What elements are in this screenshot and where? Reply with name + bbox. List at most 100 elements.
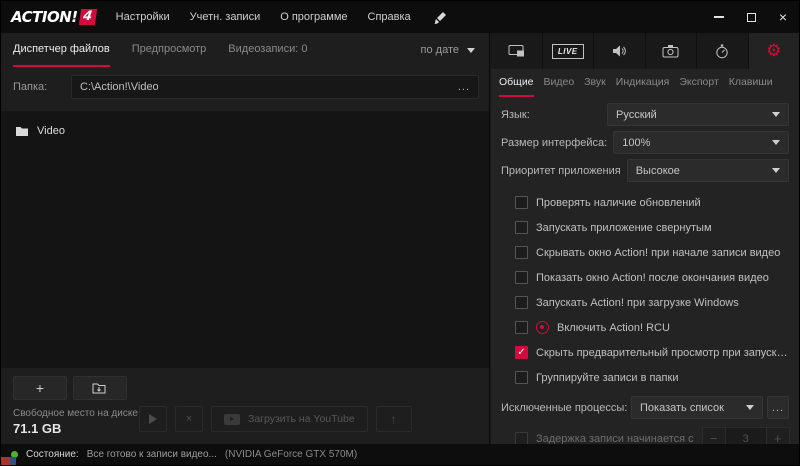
tab-hotkeys[interactable]: Клавиши (729, 69, 773, 97)
app-logo: ACTION! 4 (11, 8, 97, 26)
maximize-button[interactable] (735, 1, 767, 33)
file-list: Video (1, 111, 489, 368)
checkbox[interactable] (515, 346, 528, 359)
chevron-down-icon (772, 168, 780, 173)
minimize-button[interactable] (703, 1, 735, 33)
sort-label: по дате (420, 44, 459, 56)
tab-file-manager[interactable]: Диспетчер файлов (13, 33, 110, 67)
statusbar: Состояние: Все готово к записи видео... … (1, 444, 799, 465)
tab-general[interactable]: Общие (499, 69, 534, 97)
settings-tabs: Общие Видео Звук Индикация Экспорт Клави… (491, 69, 799, 97)
import-folder-icon (92, 382, 108, 395)
record-delay-label: Задержка записи начинается с (536, 432, 694, 445)
tab-hud[interactable]: Индикация (616, 69, 670, 97)
folder-row: Папка: C:\Action!\Video ... (13, 75, 479, 99)
menubar: Настройки Учетн. записи О программе Спра… (116, 11, 411, 23)
setting-row-language: Язык: Русский (501, 103, 789, 126)
live-icon: LIVE (551, 43, 584, 59)
checkbox[interactable] (515, 296, 528, 309)
play-icon (149, 414, 157, 424)
titlebar: ACTION! 4 Настройки Учетн. записи О прог… (1, 1, 799, 33)
settings-panel: LIVE ⚙ Общие Видео Звук Индикация Экспор… (491, 33, 799, 450)
checkbox[interactable] (515, 321, 528, 334)
rcu-icon (536, 321, 549, 334)
menu-accounts[interactable]: Учетн. записи (190, 11, 261, 23)
checkbox-row-hide-preview[interactable]: Скрыть предварительный просмотр при запу… (501, 340, 789, 365)
tab-screen-recording[interactable] (491, 33, 543, 69)
stopwatch-icon (715, 44, 729, 59)
chevron-down-icon (746, 405, 754, 410)
list-item-label: Video (37, 125, 65, 137)
logo-version-badge: 4 (78, 9, 97, 25)
tab-audio-recording[interactable] (594, 33, 646, 69)
checkbox-row-run-on-startup[interactable]: Запускать Action! при загрузке Windows (501, 290, 789, 315)
add-folder-button[interactable]: + (13, 376, 67, 400)
checkbox-list: Проверять наличие обновлений Запускать п… (501, 190, 789, 390)
checkbox[interactable] (515, 196, 528, 209)
priority-dropdown[interactable]: Высокое (626, 159, 789, 182)
list-item-video-folder[interactable]: Video (1, 111, 489, 151)
window-controls: × (703, 1, 799, 33)
sort-dropdown[interactable]: по дате (421, 33, 475, 67)
artifact-blue (10, 457, 16, 465)
tab-screenshots[interactable] (646, 33, 697, 69)
excluded-processes-browse-button[interactable]: ... (767, 396, 789, 419)
excluded-processes-label: Исключенные процессы: (501, 401, 628, 414)
camera-icon (662, 44, 679, 58)
tab-preview[interactable]: Предпросмотр (132, 33, 207, 67)
play-button[interactable] (139, 406, 167, 432)
ui-scale-dropdown[interactable]: 100% (613, 131, 789, 154)
tab-video[interactable]: Видео (544, 69, 575, 97)
checkbox-row-check-updates[interactable]: Проверять наличие обновлений (501, 190, 789, 215)
menu-settings[interactable]: Настройки (116, 11, 170, 23)
ui-scale-label: Размер интерфейса: (501, 136, 608, 149)
close-icon: × (778, 9, 788, 25)
checkbox-label: Запускать Action! при загрузке Windows (536, 296, 739, 309)
status-label: Состояние: (26, 449, 79, 460)
mode-tabs: LIVE ⚙ (491, 33, 799, 69)
folder-path-input[interactable]: C:\Action!\Video ... (71, 75, 479, 99)
checkbox[interactable] (515, 221, 528, 234)
excluded-processes-dropdown[interactable]: Показать список (631, 396, 763, 419)
upload-youtube-button[interactable]: Загрузить на YouTube (211, 406, 368, 432)
close-button[interactable]: × (767, 1, 799, 33)
status-gpu: (NVIDIA GeForce GTX 570M) (224, 449, 358, 460)
menu-help[interactable]: Справка (368, 11, 411, 23)
checkbox-row-hide-on-record[interactable]: Скрывать окно Action! при начале записи … (501, 240, 789, 265)
tab-live-streaming[interactable]: LIVE (543, 33, 594, 69)
file-manager-tabs: Диспетчер файлов Предпросмотр Видеозапис… (1, 33, 489, 67)
checkbox-row-enable-rcu[interactable]: Включить Action! RCU (501, 315, 789, 340)
checkbox[interactable] (515, 271, 528, 284)
maximize-icon (746, 12, 756, 22)
upload-youtube-label: Загрузить на YouTube (248, 413, 355, 425)
tab-settings[interactable]: ⚙ (748, 33, 799, 69)
checkbox[interactable] (515, 371, 528, 384)
export-button[interactable]: ↑ (375, 406, 412, 432)
ui-scale-value: 100% (622, 136, 651, 149)
checkbox-row-start-minimized[interactable]: Запускать приложение свернутым (501, 215, 789, 240)
checkbox-row-group-recordings[interactable]: Группируйте записи в папки (501, 365, 789, 390)
desktop-corner-artifact (1, 457, 16, 465)
speaker-icon (612, 44, 627, 58)
checkbox-row-show-after-record[interactable]: Показать окно Action! после окончания ви… (501, 265, 789, 290)
menu-about[interactable]: О программе (280, 11, 347, 23)
language-dropdown[interactable]: Русский (607, 103, 789, 126)
import-recordings-button[interactable] (73, 376, 127, 400)
browse-button[interactable]: ... (458, 81, 470, 93)
delete-button[interactable]: × (175, 406, 203, 432)
tab-benchmark[interactable] (697, 33, 749, 69)
chevron-down-icon (772, 140, 780, 145)
tab-export[interactable]: Экспорт (679, 69, 718, 97)
priority-value: Высокое (635, 164, 680, 177)
theme-brush-icon[interactable] (433, 10, 449, 25)
checkbox[interactable] (515, 246, 528, 259)
language-label: Язык: (501, 108, 530, 121)
priority-label: Приоритет приложения (501, 164, 621, 177)
gear-icon: ⚙ (766, 40, 782, 61)
tab-audio[interactable]: Звук (584, 69, 606, 97)
checkbox-label: Показать окно Action! после окончания ви… (536, 271, 769, 284)
tab-recordings-count[interactable]: Видеозаписи: 0 (228, 33, 307, 67)
folder-path-value: C:\Action!\Video (80, 81, 159, 93)
app-window: ACTION! 4 Настройки Учетн. записи О прог… (0, 0, 800, 466)
free-space-block: Свободное место на диске 71.1 GB (13, 408, 138, 436)
